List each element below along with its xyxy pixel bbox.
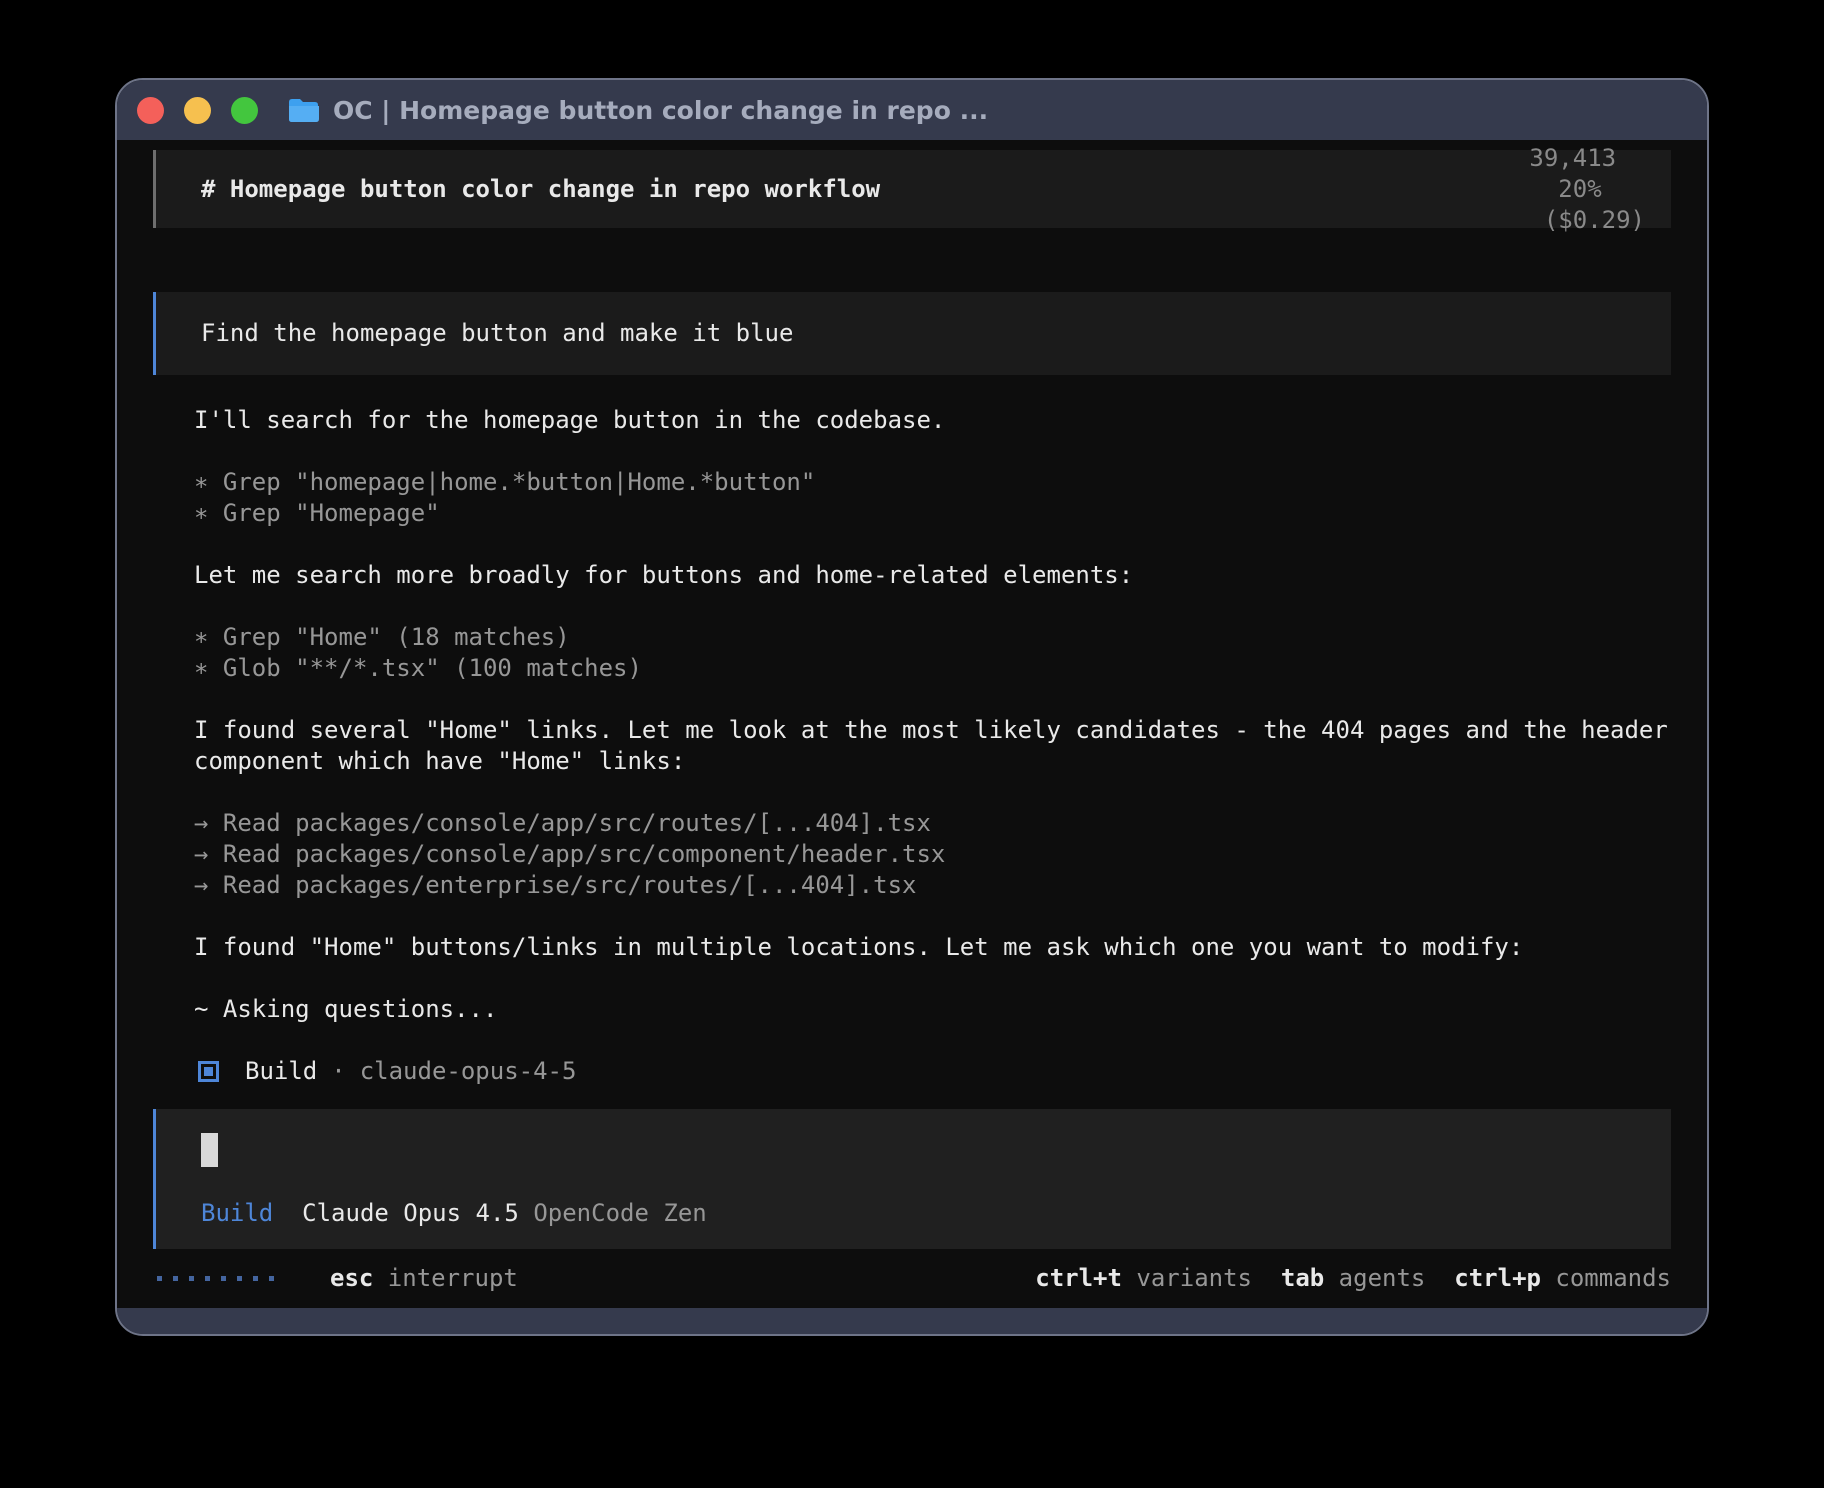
agent-separator: · xyxy=(331,1056,345,1087)
statusbar-hints-right: ctrl+tvariants tabagents ctrl+pcommands xyxy=(1035,1263,1671,1294)
transcript-line xyxy=(194,963,1670,994)
user-message-text: Find the homepage button and make it blu… xyxy=(201,319,793,347)
keyboard-hint: tabagents xyxy=(1281,1263,1426,1294)
transcript-line: I found several "Home" links. Let me loo… xyxy=(194,715,1670,777)
transcript-line xyxy=(194,777,1670,808)
spinner-dots xyxy=(157,1276,274,1281)
transcript-line xyxy=(194,436,1670,467)
zoom-button[interactable] xyxy=(231,97,258,124)
session-header: # Homepage button color change in repo w… xyxy=(153,150,1671,228)
keyboard-hint: ctrl+tvariants xyxy=(1035,1263,1252,1294)
assistant-transcript: I'll search for the homepage button in t… xyxy=(194,405,1670,1025)
keyboard-hint: ctrl+pcommands xyxy=(1454,1263,1671,1294)
traffic-lights xyxy=(137,97,258,124)
window-title: OC | Homepage button color change in rep… xyxy=(333,96,988,125)
status-left: escinterrupt xyxy=(153,1263,518,1294)
terminal-content: # Homepage button color change in repo w… xyxy=(117,140,1707,1308)
terminal-window: OC | Homepage button color change in rep… xyxy=(115,78,1709,1336)
input-provider: OpenCode Zen xyxy=(533,1198,706,1229)
transcript-line: ∗ Glob "**/*.tsx" (100 matches) xyxy=(194,653,1670,684)
transcript-line: I found "Home" buttons/links in multiple… xyxy=(194,932,1670,963)
prompt-input[interactable]: Build Claude Opus 4.5 OpenCode Zen xyxy=(153,1109,1671,1249)
window-titlebar: OC | Homepage button color change in rep… xyxy=(117,80,1707,140)
context-percent: 20% xyxy=(1558,175,1601,203)
minimize-button[interactable] xyxy=(184,97,211,124)
agent-icon xyxy=(198,1061,219,1082)
status-bar: escinterrupt ctrl+tvariants tabagents ct… xyxy=(153,1258,1671,1298)
window-bottom-strip xyxy=(117,1308,1707,1334)
session-stats: 39,413 20% ($0.29) xyxy=(1414,140,1645,267)
transcript-line xyxy=(194,591,1670,622)
transcript-line: Let me search more broadly for buttons a… xyxy=(194,560,1670,591)
transcript-line xyxy=(194,901,1670,932)
session-title: # Homepage button color change in repo w… xyxy=(201,174,880,205)
user-message: Find the homepage button and make it blu… xyxy=(153,292,1671,375)
transcript-line: ∗ Grep "Home" (18 matches) xyxy=(194,622,1670,653)
session-cost: ($0.29) xyxy=(1544,206,1645,234)
transcript-line: → Read packages/enterprise/src/routes/[.… xyxy=(194,870,1670,901)
statusbar-hints-left: escinterrupt xyxy=(330,1263,518,1294)
input-mode: Build xyxy=(201,1198,273,1229)
agent-status-row: Build · claude-opus-4-5 xyxy=(198,1056,1671,1087)
agent-name: Build xyxy=(245,1056,317,1087)
transcript-line: ∗ Grep "Homepage" xyxy=(194,498,1670,529)
transcript-line: ∗ Grep "homepage|home.*button|Home.*butt… xyxy=(194,467,1670,498)
transcript-line: → Read packages/console/app/src/routes/[… xyxy=(194,808,1670,839)
agent-model: claude-opus-4-5 xyxy=(360,1056,577,1087)
transcript-line: → Read packages/console/app/src/componen… xyxy=(194,839,1670,870)
transcript-line: I'll search for the homepage button in t… xyxy=(194,405,1670,436)
transcript-line xyxy=(194,529,1670,560)
keyboard-hint: escinterrupt xyxy=(330,1263,518,1294)
input-footer: Build Claude Opus 4.5 OpenCode Zen xyxy=(201,1198,1645,1229)
transcript-line xyxy=(194,684,1670,715)
folder-icon xyxy=(288,97,319,123)
text-cursor xyxy=(201,1133,218,1167)
token-count: 39,413 xyxy=(1529,144,1616,172)
close-button[interactable] xyxy=(137,97,164,124)
input-model: Claude Opus 4.5 xyxy=(302,1198,519,1229)
transcript-line: ~ Asking questions... xyxy=(194,994,1670,1025)
